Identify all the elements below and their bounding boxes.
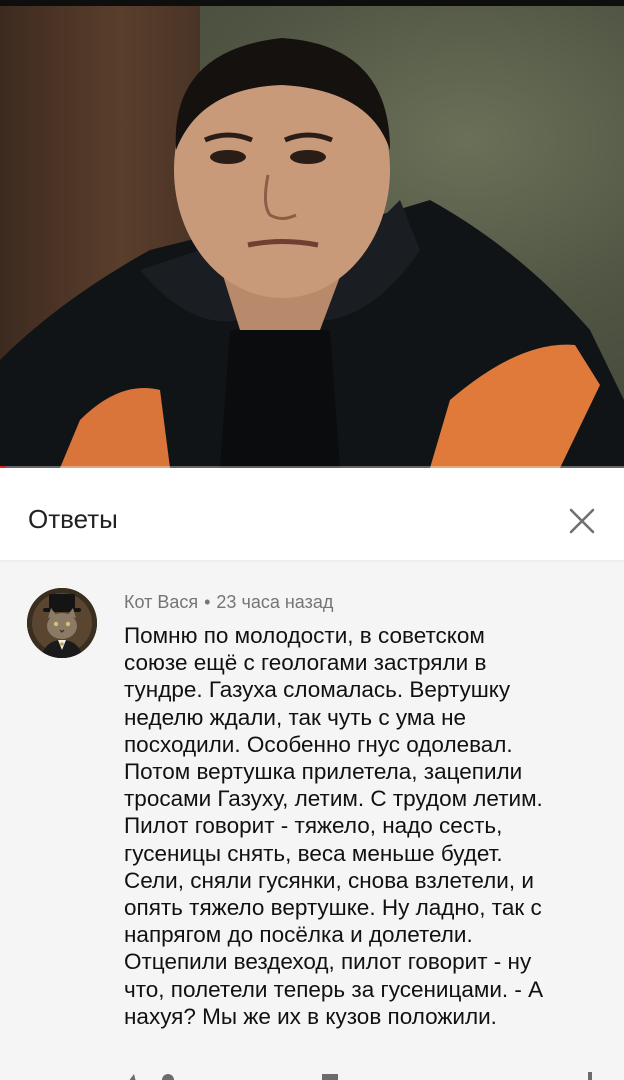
video-player[interactable]	[0, 0, 624, 468]
reply-icon[interactable]	[582, 1070, 622, 1080]
status-bar	[0, 0, 624, 6]
close-icon	[569, 508, 595, 534]
comment-text: Помню по молодости, в советском союзе ещ…	[124, 623, 544, 1029]
close-button[interactable]	[562, 501, 602, 541]
more-icon[interactable]	[318, 1070, 358, 1080]
video-progress-fill	[0, 466, 7, 468]
author-avatar[interactable]	[27, 588, 97, 658]
comment-meta: Кот Вася • 23 часа назад	[124, 592, 333, 613]
comment-item: Кот Вася • 23 часа назад Помню по молодост…	[0, 562, 624, 1080]
dislike-icon[interactable]	[160, 1070, 200, 1080]
like-icon[interactable]	[122, 1068, 162, 1080]
author-name[interactable]: Кот Вася	[124, 592, 198, 612]
panel-title: Ответы	[28, 504, 118, 534]
video-frame-person	[0, 38, 624, 468]
comment-time: 23 часа назад	[216, 592, 334, 612]
meta-separator: •	[204, 592, 211, 612]
replies-header: Ответы	[0, 472, 624, 560]
video-progress-bar[interactable]	[0, 466, 624, 468]
comment-actions	[0, 1064, 624, 1080]
cat-avatar-icon	[27, 588, 97, 658]
